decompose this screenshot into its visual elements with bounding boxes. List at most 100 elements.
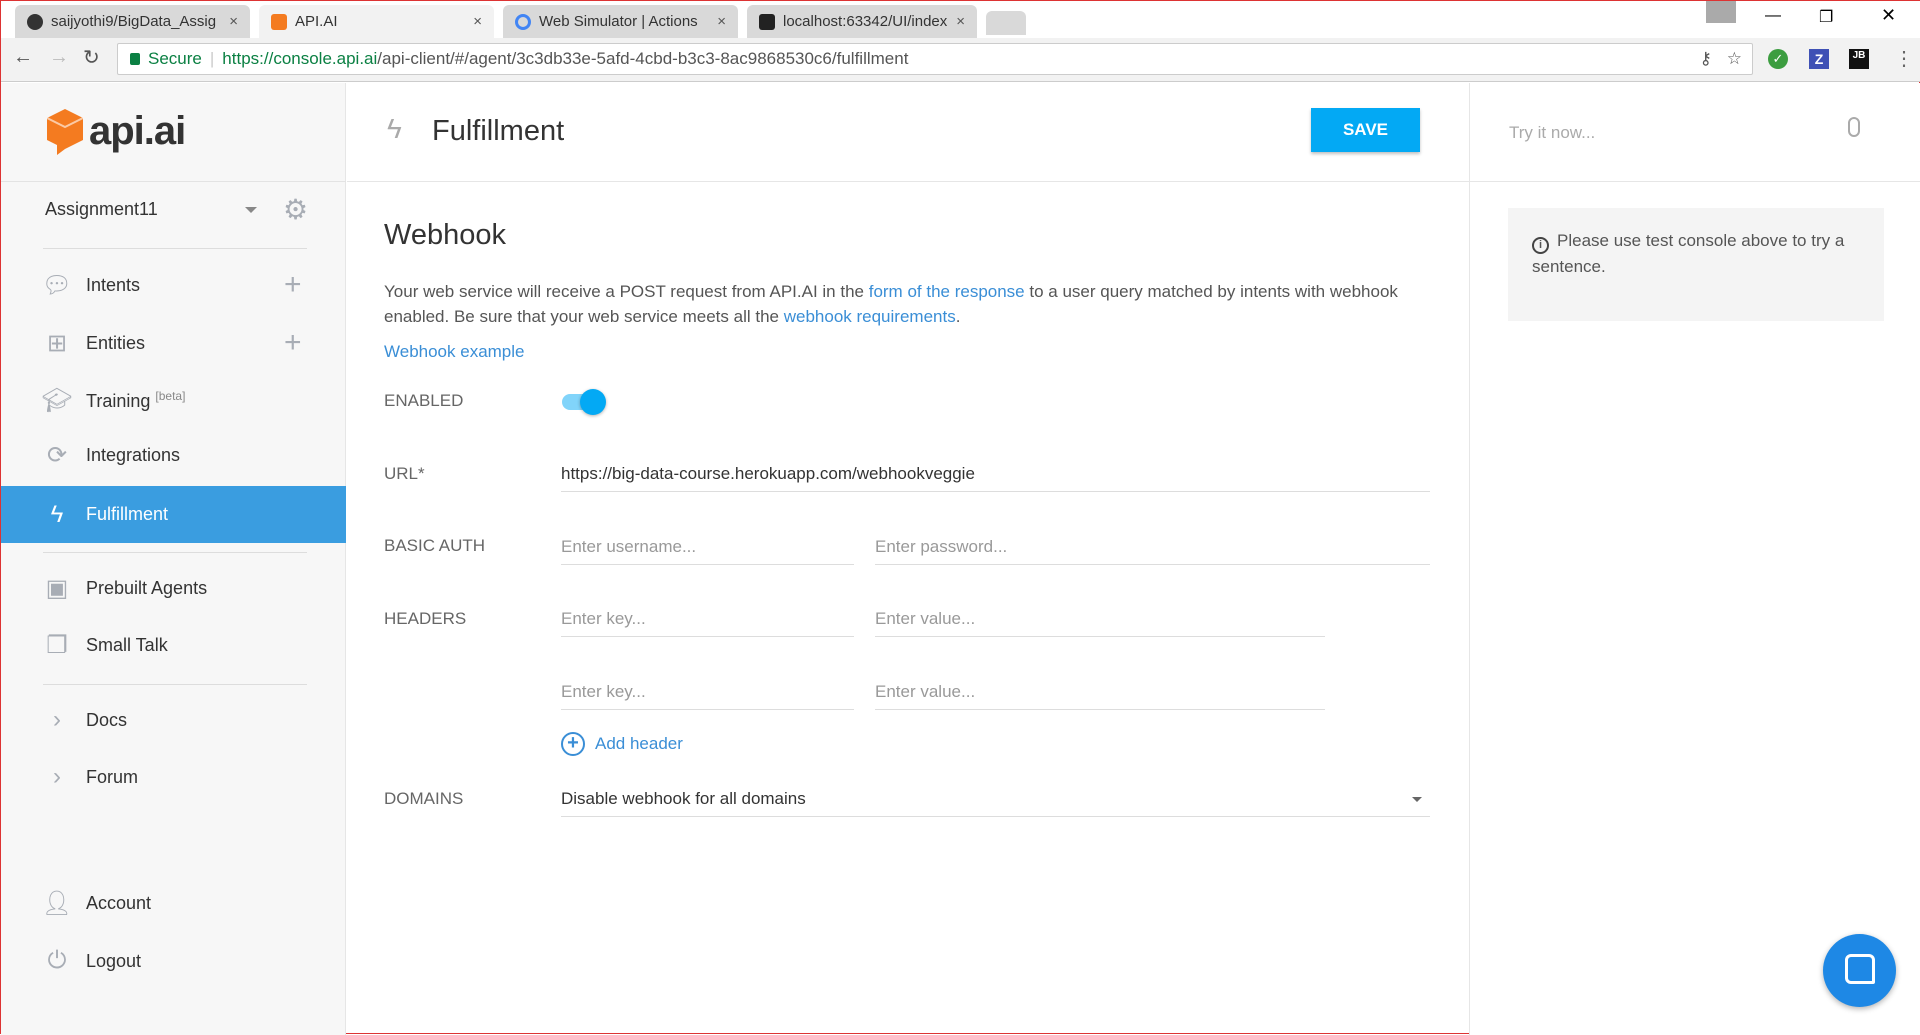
basic-auth-label: BASIC AUTH bbox=[384, 536, 486, 555]
info-text: Please use test console above to try a s… bbox=[1532, 231, 1845, 276]
sidebar-item-entities[interactable]: ⊞ Entities + bbox=[1, 315, 346, 371]
domains-value: Disable webhook for all domains bbox=[561, 789, 806, 808]
add-entity-icon[interactable]: + bbox=[284, 326, 302, 360]
microphone-icon[interactable] bbox=[1848, 117, 1860, 137]
sidebar-item-prebuilt-agents[interactable]: ▣ Prebuilt Agents bbox=[1, 560, 346, 616]
sidebar-item-label: Intents bbox=[86, 274, 141, 295]
webhook-requirements-link[interactable]: webhook requirements bbox=[784, 307, 956, 326]
forward-button[interactable]: → bbox=[49, 46, 69, 69]
dropdown-arrow-icon bbox=[1412, 797, 1422, 807]
info-box: i Please use test console above to try a … bbox=[1508, 208, 1884, 321]
tab-web-simulator[interactable]: Web Simulator | Actions × bbox=[503, 5, 738, 38]
close-tab-icon[interactable]: × bbox=[717, 13, 726, 30]
secure-label: Secure bbox=[148, 49, 202, 68]
enabled-toggle[interactable] bbox=[562, 389, 606, 415]
address-bar-row: ← → ↻ Secure | https://console.api.ai/ap… bbox=[1, 38, 1920, 82]
agent-dropdown-icon[interactable] bbox=[245, 207, 257, 219]
sidebar-item-logout[interactable]: ⏻ Logout bbox=[1, 933, 346, 989]
sidebar-item-label: Account bbox=[86, 892, 152, 913]
domains-label: DOMAINS bbox=[384, 789, 464, 808]
url-text: https://console.api.ai/api-client/#/agen… bbox=[222, 49, 908, 69]
add-header-button[interactable]: + Add header bbox=[561, 732, 683, 756]
book-icon: ▣ bbox=[45, 574, 69, 602]
extension-check-icon[interactable]: ✓ bbox=[1768, 49, 1788, 69]
sidebar-item-small-talk[interactable]: ❐ Small Talk bbox=[1, 617, 346, 673]
minimize-button[interactable]: — bbox=[1765, 7, 1781, 25]
restore-button[interactable]: ❐ bbox=[1819, 7, 1833, 27]
bookmark-star-icon[interactable]: ☆ bbox=[1727, 49, 1742, 69]
lightning-icon: ϟ bbox=[50, 500, 64, 528]
webhook-description: Your web service will receive a POST req… bbox=[384, 279, 1434, 329]
header-value-input[interactable]: Enter value... bbox=[875, 605, 1325, 637]
form-of-response-link[interactable]: form of the response bbox=[869, 282, 1025, 301]
headers-label: HEADERS bbox=[384, 609, 467, 628]
page-header: ϟ Fulfillment SAVE bbox=[347, 83, 1469, 182]
new-tab-button[interactable] bbox=[986, 11, 1026, 35]
gear-icon[interactable]: ⚙ bbox=[283, 193, 308, 226]
close-tab-icon[interactable]: × bbox=[473, 13, 482, 30]
section-title: Webhook bbox=[384, 219, 506, 251]
back-button[interactable]: ← bbox=[13, 46, 33, 69]
hierarchy-icon: ⊞ bbox=[46, 329, 68, 357]
toggle-knob bbox=[580, 389, 606, 415]
close-tab-icon[interactable]: × bbox=[229, 13, 238, 30]
close-window-button[interactable]: ✕ bbox=[1881, 5, 1896, 26]
username-input[interactable]: Enter username... bbox=[561, 533, 854, 565]
key-icon[interactable]: ⚷ bbox=[1700, 49, 1712, 69]
agent-name[interactable]: Assignment11 bbox=[45, 199, 158, 220]
chevron-right-icon: › bbox=[53, 706, 61, 733]
sidebar-item-forum[interactable]: › Forum bbox=[1, 749, 346, 805]
add-intent-icon[interactable]: + bbox=[284, 268, 302, 302]
domains-select[interactable]: Disable webhook for all domains bbox=[561, 785, 1430, 817]
sidebar-item-fulfillment[interactable]: ϟ Fulfillment bbox=[1, 486, 346, 543]
tab-apiai[interactable]: API.AI × bbox=[259, 5, 494, 38]
info-icon: i bbox=[1532, 237, 1549, 254]
sidebar-item-account[interactable]: 👤︎ Account bbox=[1, 875, 346, 931]
lightning-icon: ϟ bbox=[387, 113, 402, 144]
beta-badge: [beta] bbox=[155, 388, 186, 403]
sidebar: api.ai Assignment11 ⚙ 💬︎ Intents + ⊞ Entiti… bbox=[1, 83, 346, 1035]
menu-icon[interactable]: ⋮ bbox=[1894, 46, 1914, 71]
sidebar-item-intents[interactable]: 💬︎ Intents + bbox=[1, 257, 346, 313]
close-tab-icon[interactable]: × bbox=[956, 13, 965, 30]
apiai-icon bbox=[271, 13, 287, 30]
header-value-input[interactable]: Enter value... bbox=[875, 678, 1325, 710]
desc-text: Your web service will receive a POST req… bbox=[384, 282, 869, 301]
sidebar-item-docs[interactable]: › Docs bbox=[1, 692, 346, 748]
password-input[interactable]: Enter password... bbox=[875, 533, 1430, 565]
apiai-logo-icon bbox=[46, 109, 84, 155]
lock-icon bbox=[130, 53, 140, 65]
test-console-input[interactable]: Try it now... bbox=[1470, 83, 1920, 182]
webhook-example-link[interactable]: Webhook example bbox=[384, 342, 525, 362]
url-bar[interactable]: Secure | https://console.api.ai/api-clie… bbox=[117, 43, 1753, 75]
sidebar-item-training[interactable]: 🎓︎ Training [beta] bbox=[1, 372, 346, 428]
chat-launcher-button[interactable] bbox=[1823, 934, 1896, 1007]
header-key-input[interactable]: Enter key... bbox=[561, 605, 854, 637]
browser-tab-bar: saijyothi9/BigData_Assig × API.AI × Web … bbox=[1, 1, 1920, 38]
save-button[interactable]: SAVE bbox=[1311, 108, 1420, 152]
sidebar-item-label: Docs bbox=[86, 709, 128, 730]
test-console-panel: Try it now... i Please use test console a… bbox=[1469, 83, 1920, 1035]
webstorm-icon bbox=[759, 13, 775, 30]
extension-z-icon[interactable]: Z bbox=[1809, 49, 1829, 69]
reload-button[interactable]: ↻ bbox=[83, 45, 100, 70]
account-icon: 👤︎ bbox=[41, 889, 73, 917]
url-input[interactable]: https://big-data-course.herokuapp.com/we… bbox=[561, 460, 1430, 492]
tab-label: saijyothi9/BigData_Assig bbox=[51, 13, 217, 30]
google-actions-icon bbox=[515, 13, 531, 30]
small-talk-icon: ❐ bbox=[46, 631, 68, 659]
url-host: https://console.api.ai bbox=[222, 49, 378, 68]
training-label: Training bbox=[86, 390, 151, 411]
tab-localhost[interactable]: localhost:63342/UI/index × bbox=[747, 5, 977, 38]
profile-icon[interactable] bbox=[1706, 1, 1736, 23]
power-icon: ⏻ bbox=[47, 947, 67, 974]
try-it-placeholder: Try it now... bbox=[1509, 123, 1596, 142]
sidebar-item-integrations[interactable]: ⟳ Integrations bbox=[1, 427, 346, 483]
tab-label: localhost:63342/UI/index bbox=[783, 13, 948, 30]
tab-github[interactable]: saijyothi9/BigData_Assig × bbox=[15, 5, 250, 38]
page-title: Fulfillment bbox=[432, 115, 565, 147]
logo[interactable]: api.ai bbox=[45, 107, 186, 155]
extension-jb-icon[interactable]: JB bbox=[1849, 49, 1869, 69]
header-key-input[interactable]: Enter key... bbox=[561, 678, 854, 710]
url-label: URL* bbox=[384, 464, 425, 483]
